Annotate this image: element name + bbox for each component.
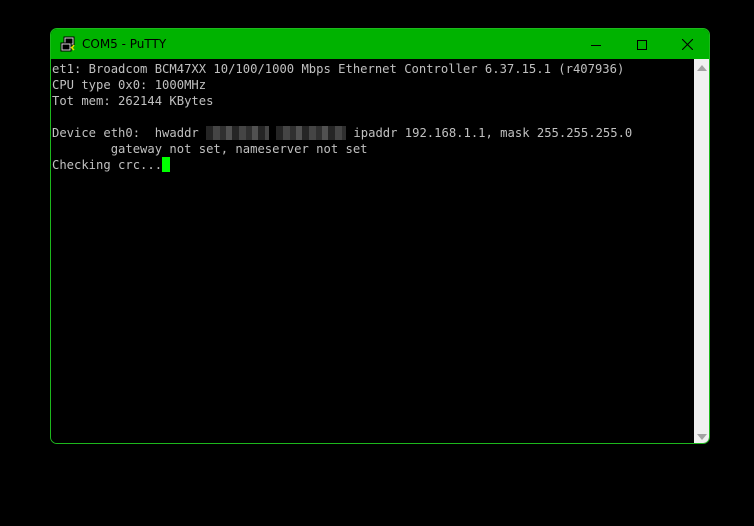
terminal-line-device: Device eth0: hwaddr ipaddr 192.168.1.1, … [52, 125, 693, 141]
checking-crc-text: Checking crc... [52, 158, 163, 172]
scroll-down-arrow-icon[interactable] [697, 434, 707, 440]
minimize-icon [591, 35, 601, 54]
scroll-up-arrow-icon[interactable] [697, 65, 707, 71]
terminal-line: gateway not set, nameserver not set [52, 142, 368, 156]
putty-terminal-icon[interactable] [60, 36, 76, 52]
terminal-output[interactable]: et1: Broadcom BCM47XX 10/100/1000 Mbps E… [51, 59, 693, 443]
maximize-icon [637, 35, 647, 54]
redacted-mac-address [276, 126, 347, 140]
vertical-scrollbar[interactable] [694, 59, 709, 443]
window-title: COM5 - PuTTY [82, 37, 167, 51]
terminal-line-last: Checking crc... [52, 157, 693, 173]
redacted-mac-address [206, 126, 270, 140]
device-line-suffix: ipaddr 192.168.1.1, mask 255.255.255.0 [346, 126, 633, 140]
terminal-line: Tot mem: 262144 KBytes [52, 94, 214, 108]
terminal-line: CPU type 0x0: 1000MHz [52, 78, 207, 92]
putty-window: COM5 - PuTTY et1: Broadcom BCM47XX 10/10… [50, 28, 710, 444]
minimize-button[interactable] [573, 29, 619, 59]
close-icon [681, 35, 693, 54]
maximize-button[interactable] [619, 29, 665, 59]
title-bar[interactable]: COM5 - PuTTY [51, 29, 709, 59]
close-button[interactable] [664, 29, 709, 59]
device-line-prefix: Device eth0: hwaddr [52, 126, 207, 140]
text-cursor [162, 157, 171, 172]
terminal-line: et1: Broadcom BCM47XX 10/100/1000 Mbps E… [52, 62, 625, 76]
